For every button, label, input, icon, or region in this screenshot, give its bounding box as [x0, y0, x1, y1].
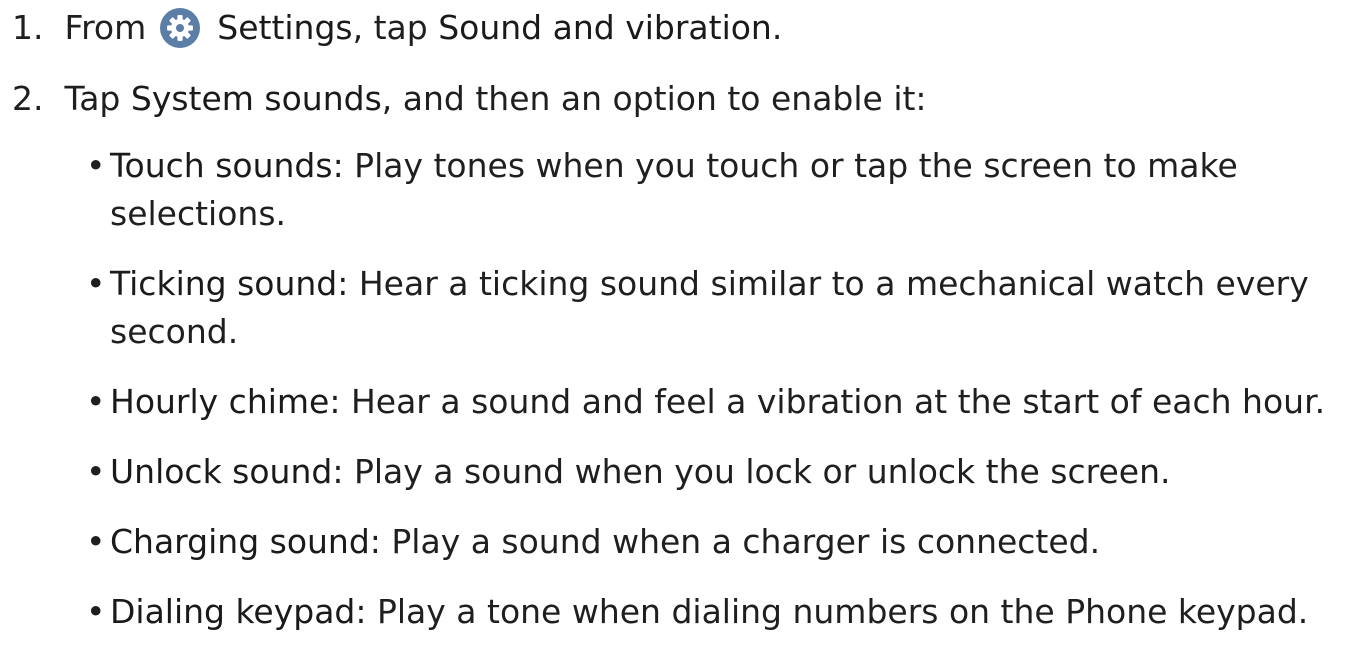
option-term: Unlock sound [110, 452, 333, 491]
option-description: : Play a tone when dialing numbers on th… [355, 592, 1309, 631]
option-description: : Play a sound when a charger is connect… [369, 522, 1101, 561]
list-item: • Ticking sound: Hear a ticking sound si… [86, 260, 1340, 356]
bullet-icon: • [86, 452, 106, 491]
option-term: Ticking sound [110, 264, 338, 303]
step-number: 1. [12, 8, 44, 47]
step-2: 2. Tap System sounds, and then an option… [12, 75, 927, 123]
step-1: 1. From Settings, tap Sound and vibratio… [12, 4, 782, 52]
option-term: Touch sounds [110, 146, 333, 185]
system-sounds-term: System sounds [130, 79, 382, 118]
step-text-pre: Tap [64, 79, 121, 118]
step-text-post: , and then an option to enable it: [381, 79, 927, 118]
list-item: • Hourly chime: Hear a sound and feel a … [86, 378, 1340, 426]
option-term: Dialing keypad [110, 592, 356, 631]
option-term: Hourly chime [110, 382, 330, 421]
step-number: 2. [12, 79, 44, 118]
step-text-post: . [771, 8, 783, 47]
list-item: • Charging sound: Play a sound when a ch… [86, 518, 1340, 566]
list-item: • Dialing keypad: Play a tone when diali… [86, 588, 1340, 636]
bullet-icon: • [86, 592, 106, 631]
option-term: Charging sound [110, 522, 370, 561]
step-text-pre: From [64, 8, 147, 47]
instructions: 1. From Settings, tap Sound and vibratio… [0, 0, 1346, 631]
options-list: • Touch sounds: Play tones when you touc… [86, 142, 1340, 658]
option-description: : Play a sound when you lock or unlock t… [332, 452, 1171, 491]
bullet-icon: • [86, 146, 106, 185]
bullet-icon: • [86, 382, 106, 421]
list-item: • Touch sounds: Play tones when you touc… [86, 142, 1340, 238]
bullet-icon: • [86, 264, 106, 303]
settings-gear-icon [159, 8, 200, 48]
settings-term: Settings [217, 8, 353, 47]
bullet-icon: • [86, 522, 106, 561]
step-text-mid: , tap [352, 8, 428, 47]
list-item: • Unlock sound: Play a sound when you lo… [86, 448, 1340, 496]
option-description: : Hear a sound and feel a vibration at t… [329, 382, 1326, 421]
sound-and-vibration-term: Sound and vibration [438, 8, 772, 47]
